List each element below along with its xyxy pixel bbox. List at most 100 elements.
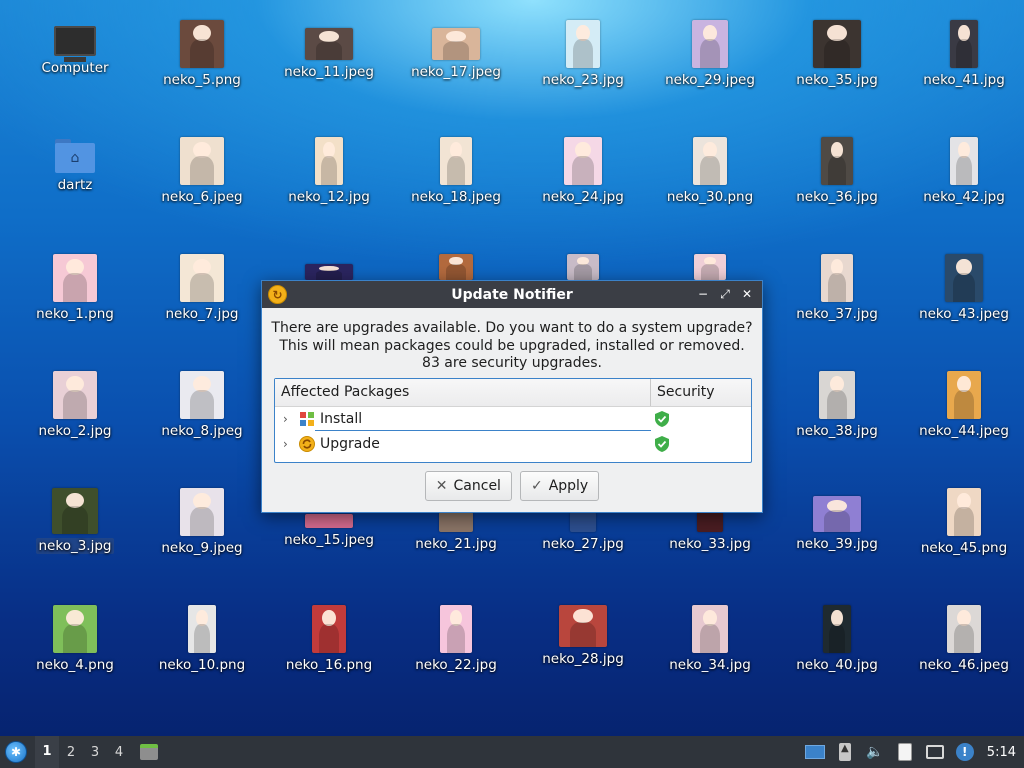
- clipboard-icon[interactable]: [895, 742, 915, 762]
- file-manager-icon: [140, 744, 158, 760]
- start-menu-button[interactable]: ✱: [1, 737, 31, 767]
- expand-arrow-icon[interactable]: ›: [283, 437, 288, 451]
- message-line: There are upgrades available. Do you wan…: [271, 320, 753, 336]
- desktop-icon-file[interactable]: neko_5.png: [140, 2, 264, 114]
- icon-label: neko_33.jpg: [669, 536, 751, 552]
- packages-tree[interactable]: Affected Packages Security › Install › U…: [274, 378, 752, 463]
- icon-label: neko_34.jpg: [669, 657, 751, 673]
- workspace-1[interactable]: 1: [35, 736, 59, 768]
- image-thumbnail: [180, 254, 224, 302]
- show-desktop-icon[interactable]: [804, 742, 825, 762]
- image-thumbnail: [315, 137, 343, 185]
- desktop-icon-file[interactable]: neko_45.png: [902, 470, 1024, 582]
- desktop-icon-file[interactable]: neko_1.png: [13, 236, 137, 348]
- eject-icon[interactable]: ▲: [835, 742, 855, 762]
- icon-label: neko_38.jpg: [796, 423, 878, 439]
- image-thumbnail: [823, 605, 851, 653]
- desktop-icon-file[interactable]: neko_38.jpg: [775, 353, 899, 465]
- desktop-icon-file[interactable]: neko_35.jpg: [775, 2, 899, 114]
- icon-label: neko_2.jpg: [38, 423, 112, 439]
- desktop-icon-file[interactable]: neko_30.png: [648, 119, 772, 231]
- icon-label: neko_22.jpg: [415, 657, 497, 673]
- image-thumbnail: [440, 605, 472, 653]
- close-icon[interactable]: ✕: [738, 284, 756, 304]
- desktop-icon-computer[interactable]: Computer: [13, 2, 137, 114]
- desktop-icon-file[interactable]: neko_10.png: [140, 587, 264, 699]
- desktop-icon-file[interactable]: neko_22.jpg: [394, 587, 518, 699]
- icon-label: neko_40.jpg: [796, 657, 878, 673]
- column-header-packages[interactable]: Affected Packages: [275, 379, 651, 406]
- maximize-icon[interactable]: ⤢: [716, 284, 734, 304]
- desktop-icon-file[interactable]: neko_41.jpg: [902, 2, 1024, 114]
- update-notifier-dialog: ↻ Update Notifier − ⤢ ✕ There are upgrad…: [261, 280, 763, 513]
- row-label: Upgrade: [320, 436, 380, 452]
- desktop-icon-dartz[interactable]: ⌂ dartz: [13, 119, 137, 231]
- icon-label: neko_46.jpeg: [919, 657, 1009, 673]
- desktop-icon-file[interactable]: neko_16.png: [267, 587, 391, 699]
- desktop-icon-file[interactable]: neko_24.jpg: [521, 119, 645, 231]
- desktop-icon-file[interactable]: neko_37.jpg: [775, 236, 899, 348]
- desktop-icon-file[interactable]: neko_17.jpeg: [394, 2, 518, 114]
- file-manager-taskbar-button[interactable]: [137, 741, 161, 763]
- icon-label: neko_6.jpeg: [161, 189, 243, 205]
- desktop-icon-file[interactable]: neko_2.jpg: [13, 353, 137, 465]
- taskbar: ✱ 1 2 3 4 ▲ 🔈 ! 5:14: [0, 736, 1024, 768]
- cancel-button[interactable]: ✕ Cancel: [424, 471, 512, 501]
- workspace-3[interactable]: 3: [83, 745, 107, 760]
- icon-label: neko_44.jpeg: [919, 423, 1009, 439]
- clock[interactable]: 5:14: [987, 745, 1016, 760]
- desktop-icon-file[interactable]: neko_46.jpeg: [902, 587, 1024, 699]
- icon-label: neko_4.png: [36, 657, 114, 673]
- desktop-icon-file[interactable]: neko_34.jpg: [648, 587, 772, 699]
- desktop-icon-file[interactable]: neko_42.jpg: [902, 119, 1024, 231]
- icon-label: neko_17.jpeg: [411, 64, 501, 80]
- icon-label: neko_41.jpg: [923, 72, 1005, 88]
- desktop-icon-file[interactable]: neko_4.png: [13, 587, 137, 699]
- tree-row-upgrade[interactable]: › Upgrade: [275, 432, 751, 457]
- desktop-icon-file-selected[interactable]: neko_3.jpg: [13, 470, 137, 582]
- dialog-titlebar[interactable]: ↻ Update Notifier − ⤢ ✕: [262, 281, 762, 308]
- expand-arrow-icon[interactable]: ›: [283, 412, 288, 426]
- tree-header: Affected Packages Security: [275, 379, 751, 407]
- network-icon[interactable]: [925, 742, 945, 762]
- apply-button[interactable]: ✓ Apply: [519, 471, 600, 501]
- tree-row-install[interactable]: › Install: [275, 407, 751, 432]
- desktop-icon-file[interactable]: neko_23.jpg: [521, 2, 645, 114]
- image-thumbnail: [570, 512, 596, 532]
- update-notification-icon[interactable]: !: [955, 742, 975, 762]
- icon-label: neko_21.jpg: [415, 536, 497, 552]
- desktop-icon-file[interactable]: neko_9.jpeg: [140, 470, 264, 582]
- desktop-icon-file[interactable]: neko_29.jpeg: [648, 2, 772, 114]
- desktop-icon-file[interactable]: neko_40.jpg: [775, 587, 899, 699]
- desktop-icon-file[interactable]: neko_6.jpeg: [140, 119, 264, 231]
- column-header-security[interactable]: Security: [651, 379, 721, 406]
- shield-check-icon: [655, 411, 669, 427]
- image-thumbnail: [559, 605, 607, 647]
- image-thumbnail: [439, 254, 473, 280]
- desktop-icon-file[interactable]: neko_39.jpg: [775, 470, 899, 582]
- desktop-icon-file[interactable]: neko_8.jpeg: [140, 353, 264, 465]
- desktop-icon-file[interactable]: neko_11.jpeg: [267, 2, 391, 114]
- image-thumbnail: [947, 488, 981, 536]
- dialog-message: There are upgrades available. Do you wan…: [262, 320, 762, 373]
- image-thumbnail: [567, 254, 599, 280]
- image-thumbnail: [950, 20, 978, 68]
- icon-label: neko_11.jpeg: [284, 64, 374, 80]
- icon-label: neko_12.jpg: [288, 189, 370, 205]
- minimize-icon[interactable]: −: [694, 284, 712, 304]
- desktop-icon-file[interactable]: neko_44.jpeg: [902, 353, 1024, 465]
- volume-icon[interactable]: 🔈: [865, 742, 885, 762]
- desktop-icon-file[interactable]: neko_28.jpg: [521, 587, 645, 699]
- workspace-2[interactable]: 2: [59, 745, 83, 760]
- workspace-4[interactable]: 4: [107, 745, 131, 760]
- desktop-icon-file[interactable]: neko_43.jpeg: [902, 236, 1024, 348]
- icon-label: neko_3.jpg: [35, 538, 115, 554]
- desktop-icon-file[interactable]: neko_36.jpg: [775, 119, 899, 231]
- desktop-icon-file[interactable]: neko_12.jpg: [267, 119, 391, 231]
- image-thumbnail: [813, 20, 861, 68]
- home-folder-icon: ⌂: [55, 139, 95, 173]
- image-thumbnail: [564, 137, 602, 185]
- icon-label: neko_7.jpg: [165, 306, 239, 322]
- desktop-icon-file[interactable]: neko_7.jpg: [140, 236, 264, 348]
- desktop-icon-file[interactable]: neko_18.jpeg: [394, 119, 518, 231]
